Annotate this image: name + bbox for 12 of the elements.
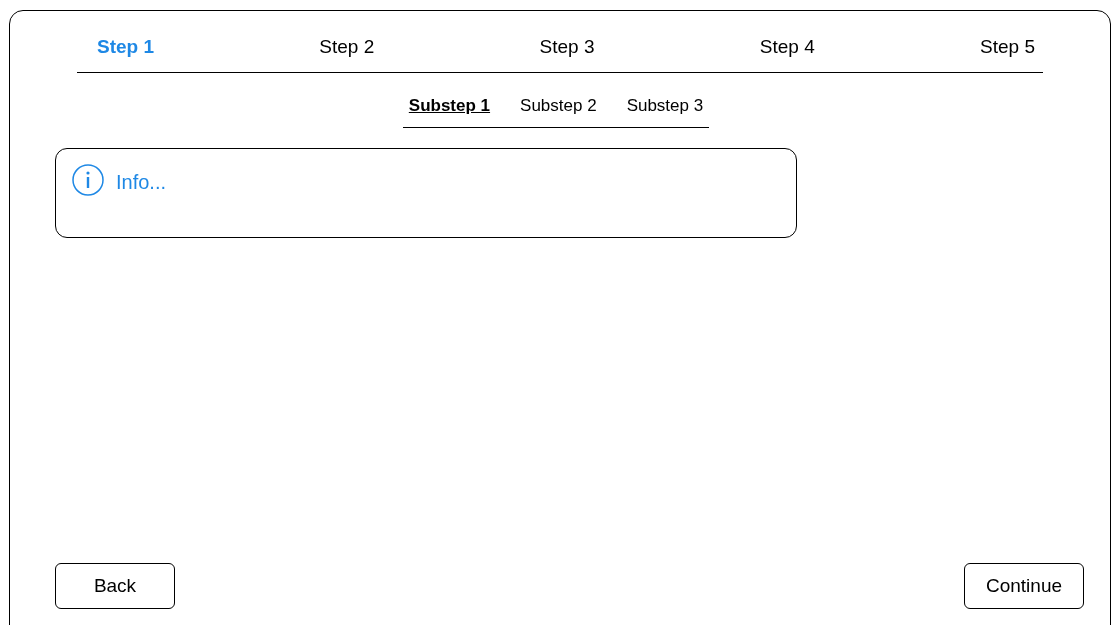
substep-tab[interactable]: Substep 2 bbox=[520, 92, 597, 118]
step-tab[interactable]: Step 5 bbox=[980, 33, 1035, 62]
step-tab[interactable]: Step 2 bbox=[319, 33, 375, 62]
substep-tab[interactable]: Substep 1 bbox=[408, 92, 491, 118]
substep-tab[interactable]: Substep 3 bbox=[626, 92, 704, 118]
step-tab[interactable]: Step 4 bbox=[759, 33, 815, 62]
back-button[interactable]: Back bbox=[55, 563, 175, 609]
step-tab[interactable]: Step 3 bbox=[539, 33, 595, 62]
continue-button[interactable]: Continue bbox=[964, 563, 1084, 609]
step-tab[interactable]: Step 1 bbox=[97, 33, 155, 62]
info-icon bbox=[72, 164, 104, 196]
info-text: Info... bbox=[116, 170, 167, 195]
